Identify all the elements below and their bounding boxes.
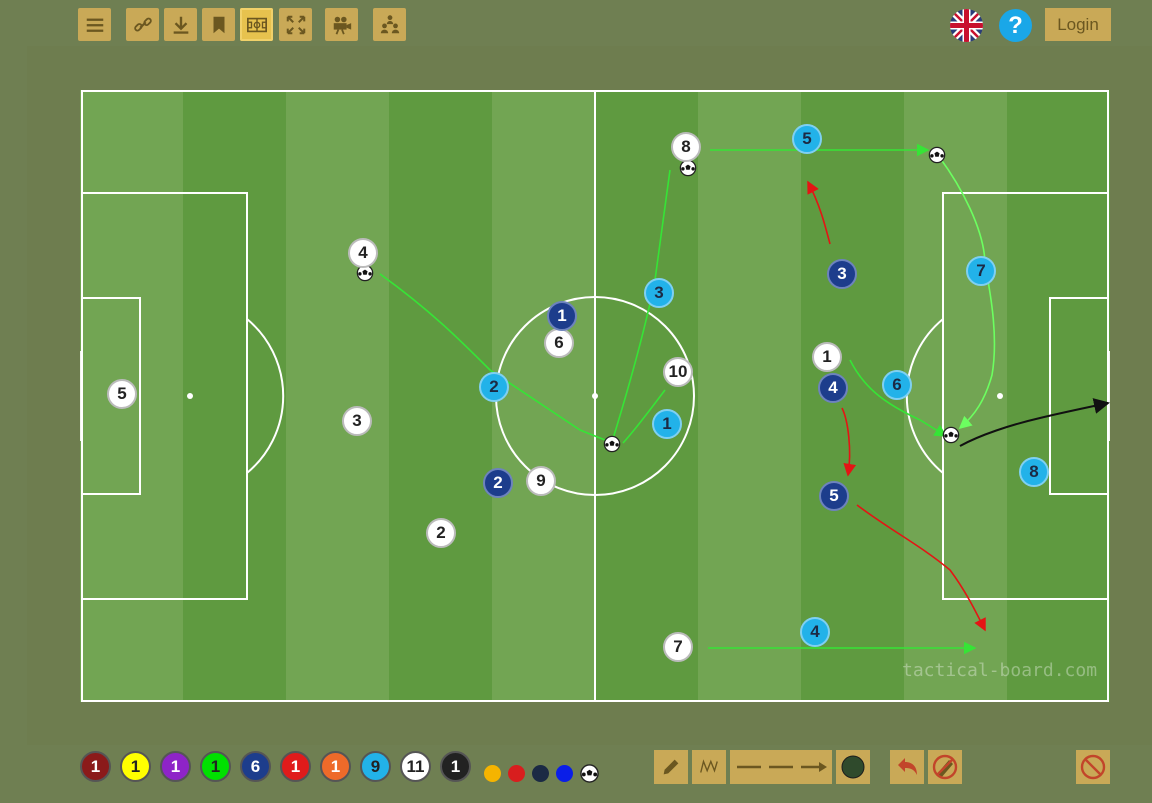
palette-token[interactable]: 6 [240,751,271,782]
player-navy[interactable]: 4 [818,373,848,403]
fullscreen-icon[interactable] [279,8,312,41]
cone-red[interactable] [508,765,525,782]
player-sky[interactable]: 7 [966,256,996,286]
ball-icon[interactable] [679,159,697,177]
palette-token[interactable]: 1 [160,751,191,782]
formation-icon[interactable] [373,8,406,41]
player-white[interactable]: 2 [426,518,456,548]
player-sky[interactable]: 4 [800,617,830,647]
palette-token[interactable]: 1 [320,751,351,782]
player-white[interactable]: 5 [107,379,137,409]
player-white[interactable]: 1 [812,342,842,372]
player-navy[interactable]: 5 [819,481,849,511]
player-navy[interactable]: 3 [827,259,857,289]
palette-token[interactable]: 1 [440,751,471,782]
player-white[interactable]: 8 [671,132,701,162]
player-navy[interactable]: 1 [547,301,577,331]
download-icon[interactable] [164,8,197,41]
player-sky[interactable]: 6 [882,370,912,400]
cone-dark[interactable] [532,765,549,782]
bookmark-icon[interactable] [202,8,235,41]
player-white[interactable]: 7 [663,632,693,662]
player-white[interactable]: 10 [663,357,693,387]
player-sky[interactable]: 3 [644,278,674,308]
palette-token[interactable]: 9 [360,751,391,782]
uk-flag-icon[interactable] [950,9,983,42]
arrow-line-icon [819,762,827,772]
undo-icon[interactable] [890,750,924,784]
player-white[interactable]: 9 [526,466,556,496]
video-icon[interactable] [325,8,358,41]
palette-token[interactable]: 1 [80,751,111,782]
clear-icon[interactable] [1076,750,1110,784]
login-button[interactable]: Login [1045,8,1111,41]
link-icon[interactable] [126,8,159,41]
pencil-icon[interactable] [654,750,688,784]
erase-icon[interactable] [928,750,962,784]
watermark: tactical-board.com [902,660,1098,681]
ball-icon[interactable] [928,146,946,164]
player-sky[interactable]: 2 [479,372,509,402]
wave-line-icon[interactable] [692,750,726,784]
palette-token[interactable]: 1 [280,751,311,782]
football-pitch[interactable] [80,90,1110,702]
cone-blue[interactable] [556,765,573,782]
ball-icon[interactable] [580,764,599,783]
player-white[interactable]: 4 [348,238,378,268]
help-button[interactable]: ? [999,9,1032,42]
palette-token[interactable]: 1 [200,751,231,782]
line-tools [730,750,832,784]
menu-icon[interactable] [78,8,111,41]
palette-token[interactable]: 11 [400,751,431,782]
top-toolbar: ? Login [0,0,1152,46]
player-white[interactable]: 6 [544,328,574,358]
player-sky[interactable]: 8 [1019,457,1049,487]
ball-icon[interactable] [942,426,960,444]
ball-icon[interactable] [603,435,621,453]
player-sky[interactable]: 5 [792,124,822,154]
cone-yellow[interactable] [484,765,501,782]
player-navy[interactable]: 2 [483,468,513,498]
player-white[interactable]: 3 [342,406,372,436]
fill-circle-icon[interactable] [836,750,870,784]
palette-token[interactable]: 1 [120,751,151,782]
field-icon[interactable] [240,8,273,41]
player-sky[interactable]: 1 [652,409,682,439]
